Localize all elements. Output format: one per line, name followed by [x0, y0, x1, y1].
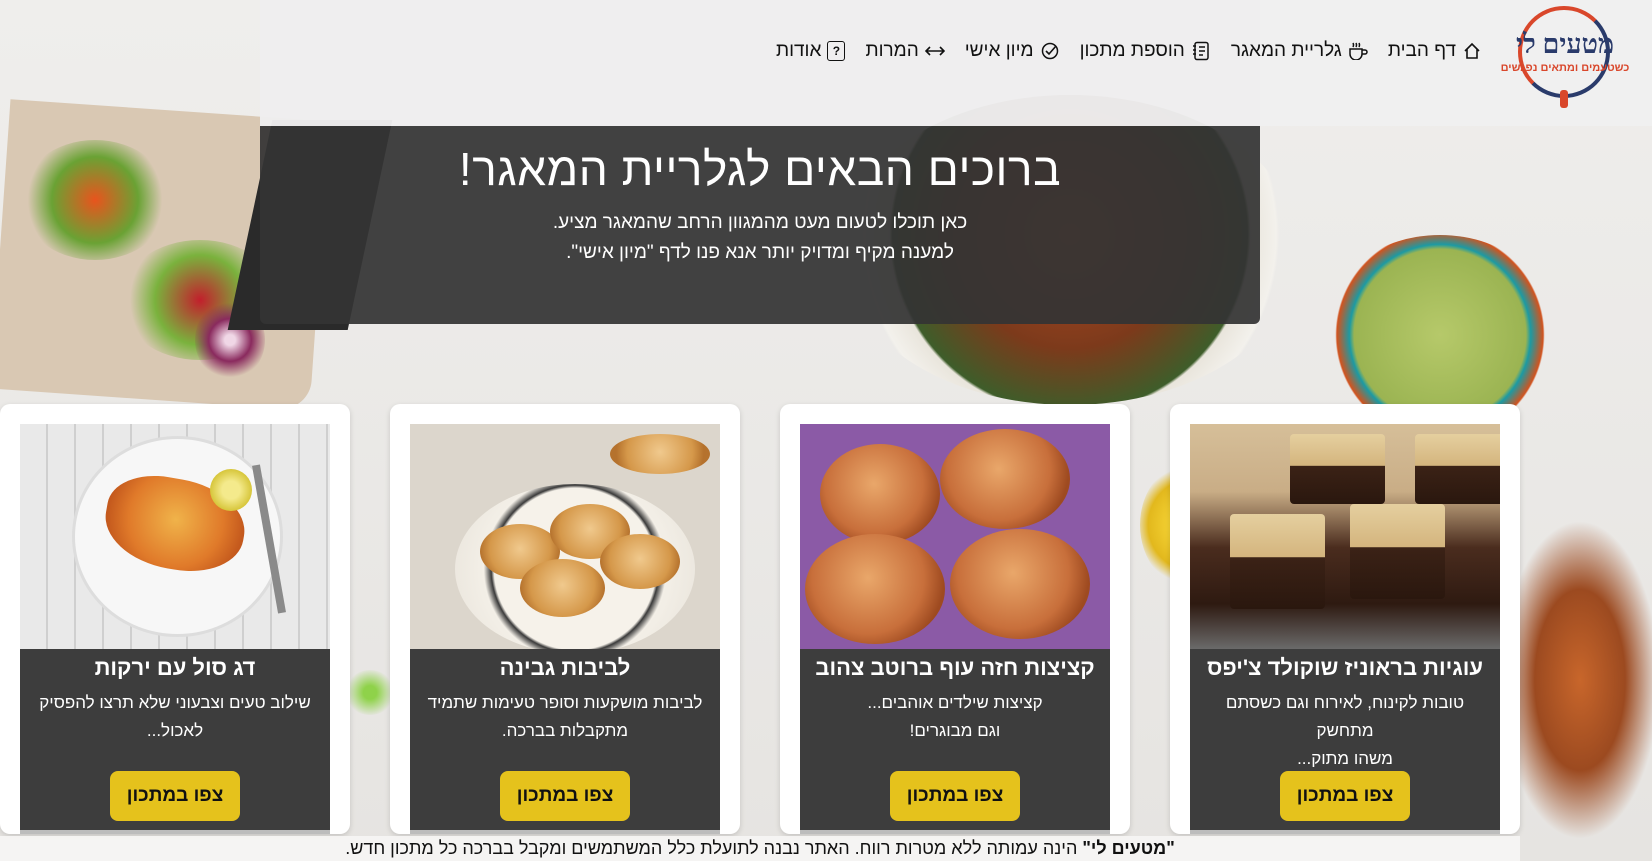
- nav-item-label: הוספת מתכון: [1079, 40, 1185, 61]
- patty: [950, 529, 1090, 639]
- recipe-card: עוגיות בראוניז שוקולד צ'יפס טובות לקינוח…: [1170, 404, 1520, 834]
- recipe-card-description: שילוב טעים וצבעוני שלא תרצו להפסיק לאכול…: [20, 689, 330, 751]
- recipe-card: לביבות גבינה לביבות מושקעות וסופר טעימות…: [390, 404, 740, 834]
- logo-title: מטעים לי: [1516, 28, 1614, 59]
- brownie-piece: [1290, 434, 1385, 504]
- footer-note: "מטעים לי" הינה עמותה ללא מטרות רווח. הא…: [0, 836, 1520, 861]
- fries-decor: [1500, 520, 1652, 840]
- recipe-card-description-line: טובות לקינוח, לאירוח וגם כשסתם מתחשק: [1225, 693, 1465, 740]
- pancake: [610, 434, 710, 474]
- main-nav: דף הבית גלריית המאגר הוספת מתכון מיון אי…: [776, 40, 1482, 62]
- nav-item-label: גלריית המאגר: [1230, 40, 1342, 61]
- patty: [820, 444, 940, 544]
- hero-line-1: כאן תוכלו לטעום מעט מהמגוון הרחב שהמאגר …: [552, 212, 968, 233]
- card-bottom-edge: [20, 830, 330, 834]
- nav-item-label: מיון אישי: [964, 40, 1034, 61]
- brownies-photo[interactable]: [1190, 424, 1500, 649]
- patty: [940, 429, 1070, 529]
- lemon-slice: [210, 469, 252, 511]
- vegetables-decor: [20, 140, 170, 260]
- view-recipe-button[interactable]: צפו במתכון: [110, 771, 240, 821]
- recipe-card-description-line: לביבות מושקעות וסופר טעימות שתמיד: [427, 693, 703, 712]
- site-header: מטעים לי כשטעמים ומתאים נפגשים דף הבית ג…: [0, 0, 1652, 126]
- recipe-card-description: לביבות מושקעות וסופר טעימות שתמיד מתקבלו…: [410, 689, 720, 751]
- page-title: ברוכים הבאים לגלריית המאגר!: [458, 143, 1062, 195]
- nav-item-personal-sort[interactable]: מיון אישי: [965, 40, 1060, 62]
- recipe-card-description-line: מתקבלות בברכה.: [501, 721, 629, 740]
- recipe-card: דג סול עם ירקות שילוב טעים וצבעוני שלא ת…: [0, 404, 350, 834]
- footer-text: הינה עמותה ללא מטרות רווח. האתר נבנה לתו…: [345, 838, 1083, 858]
- view-recipe-button[interactable]: צפו במתכון: [500, 771, 630, 821]
- header-panel: [260, 0, 1260, 126]
- site-logo[interactable]: מטעים לי כשטעמים ומתאים נפגשים: [1490, 6, 1640, 108]
- hero-banner: ברוכים הבאים לגלריית המאגר! כאן תוכלו לט…: [260, 126, 1260, 324]
- arrows-horizontal-icon: [924, 41, 945, 61]
- recipe-card-description-line: שילוב טעים וצבעוני שלא תרצו להפסיק: [39, 693, 311, 712]
- nav-item-about[interactable]: ? אודות: [775, 40, 846, 62]
- recipe-card-body: לביבות גבינה לביבות מושקעות וסופר טעימות…: [410, 424, 720, 834]
- patty: [805, 534, 945, 644]
- recipe-card-title: דג סול עם ירקות: [94, 655, 256, 680]
- brownie-piece: [1415, 434, 1500, 504]
- hero-text: כאן תוכלו לטעום מעט מהמגוון הרחב שהמאגר …: [260, 208, 1260, 268]
- brownie-piece: [1350, 504, 1445, 599]
- check-circle-icon: [1040, 41, 1060, 61]
- pancake: [520, 559, 605, 617]
- notebook-icon: [1191, 41, 1211, 61]
- home-icon: [1462, 41, 1482, 61]
- cup-icon: [1348, 41, 1368, 61]
- nav-item-label: דף הבית: [1387, 40, 1456, 61]
- recipe-card-title: לביבות גבינה: [499, 655, 631, 680]
- recipe-card-body: עוגיות בראוניז שוקולד צ'יפס טובות לקינוח…: [1190, 424, 1500, 834]
- pancake: [600, 534, 680, 589]
- recipe-card-title: עוגיות בראוניז שוקולד צ'יפס: [1206, 655, 1484, 680]
- recipe-card-body: דג סול עם ירקות שילוב טעים וצבעוני שלא ת…: [20, 424, 330, 834]
- view-recipe-button[interactable]: צפו במתכון: [890, 771, 1020, 821]
- nav-item-conversions[interactable]: המרות: [865, 40, 945, 62]
- card-bottom-edge: [410, 830, 720, 834]
- footer-brand: "מטעים לי": [1082, 838, 1175, 858]
- card-bottom-edge: [800, 830, 1110, 834]
- sole-fish-photo[interactable]: [20, 424, 330, 649]
- view-recipe-button[interactable]: צפו במתכון: [1280, 771, 1410, 821]
- cheese-pancakes-photo[interactable]: [410, 424, 720, 649]
- question-square-icon: ?: [827, 41, 846, 61]
- recipe-card-description: טובות לקינוח, לאירוח וגם כשסתם מתחשק משה…: [1190, 689, 1500, 768]
- nav-item-gallery[interactable]: גלריית המאגר: [1231, 40, 1368, 62]
- recipe-card-description: קציצות שילדים אוהבים... וגם מבוגרים!: [800, 689, 1110, 751]
- nav-item-add-recipe[interactable]: הוספת מתכון: [1080, 40, 1211, 62]
- recipe-card-body: קציצות חזה עוף ברוטב צהוב קציצות שילדים …: [800, 424, 1110, 834]
- nav-item-home[interactable]: דף הבית: [1388, 40, 1482, 62]
- recipe-card-description-line: קציצות שילדים אוהבים...: [867, 693, 1043, 712]
- recipe-card-description-line: וגם מבוגרים!: [909, 721, 1001, 740]
- card-bottom-edge: [1190, 830, 1500, 834]
- nav-item-label: המרות: [865, 40, 919, 61]
- chicken-patties-photo[interactable]: [800, 424, 1110, 649]
- hero-line-2: למענה מקיף ומדויק יותר אנא פנו לדף "מיון…: [566, 242, 954, 263]
- recipe-card-title: קציצות חזה עוף ברוטב צהוב: [815, 655, 1095, 680]
- logo-tagline: כשטעמים ומתאים נפגשים: [1500, 61, 1630, 74]
- recipe-gallery: עוגיות בראוניז שוקולד צ'יפס טובות לקינוח…: [0, 404, 1520, 834]
- recipe-card-description-line: לאכול...: [146, 721, 204, 740]
- brownie-piece: [1230, 514, 1325, 609]
- recipe-card-description-line: משהו מתוק...: [1297, 749, 1393, 768]
- recipe-card: קציצות חזה עוף ברוטב צהוב קציצות שילדים …: [780, 404, 1130, 834]
- nav-item-label: אודות: [775, 40, 822, 61]
